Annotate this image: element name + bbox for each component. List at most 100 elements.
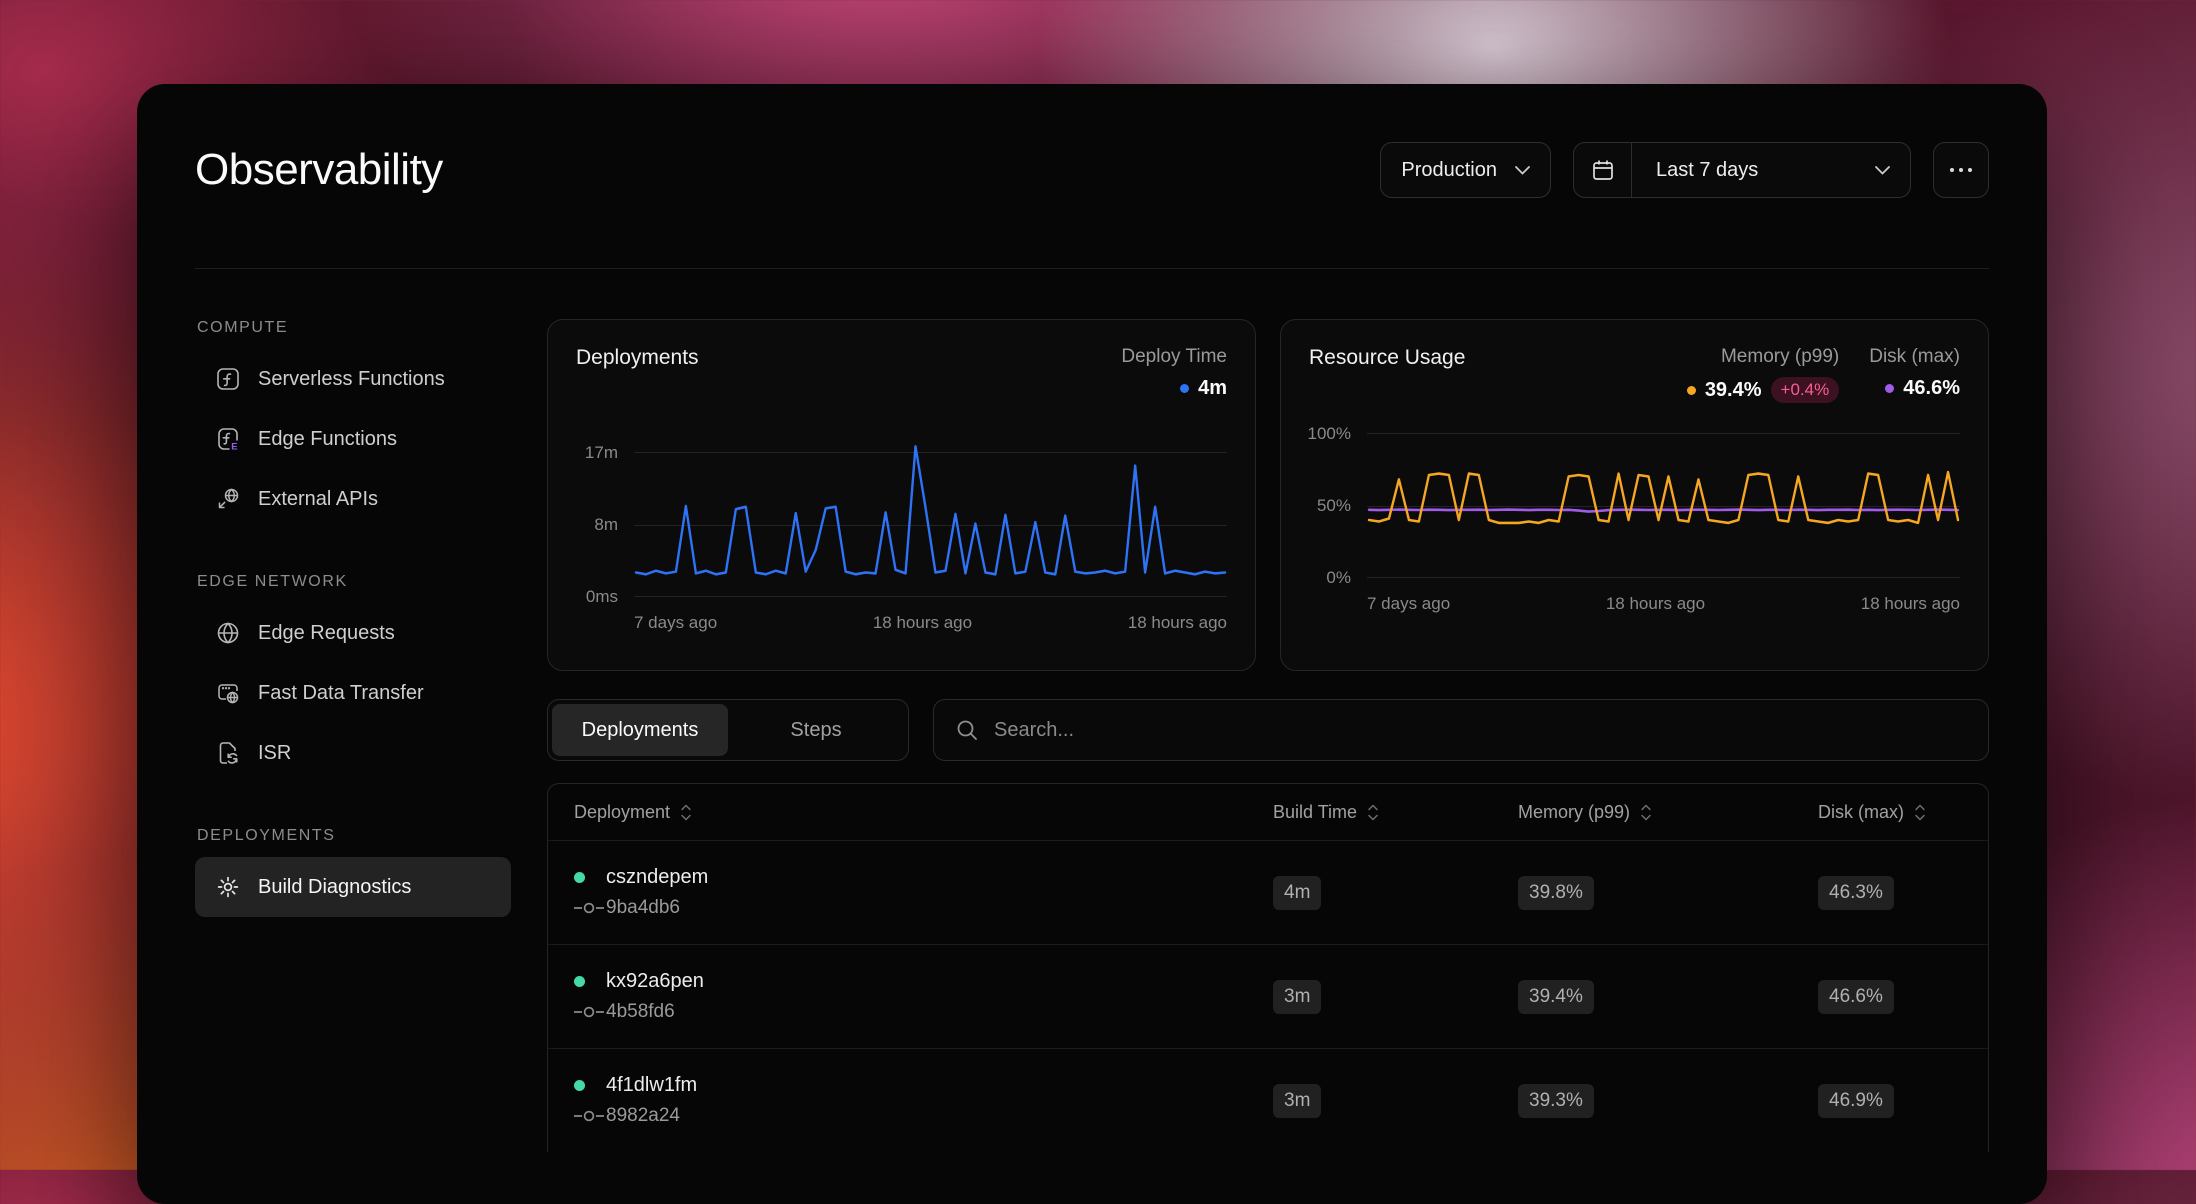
deploy-time-legend-dot	[1180, 384, 1189, 393]
gear-icon	[215, 874, 241, 900]
environment-label: Production	[1401, 159, 1497, 182]
x-tick-label: 7 days ago	[1367, 594, 1450, 614]
commit-hash: 9ba4db6	[606, 897, 680, 919]
transfer-icon	[215, 680, 241, 706]
sidebar-item-label: Serverless Functions	[258, 368, 445, 391]
x-tick-label: 18 hours ago	[1606, 594, 1705, 614]
deployments-line-chart	[636, 437, 1225, 597]
column-header-deployment[interactable]: Deployment	[574, 802, 1273, 823]
table-row[interactable]: kx92a6pen 4b58fd6 3m 39.4% 46.6%	[548, 944, 1988, 1048]
status-dot	[574, 1080, 585, 1091]
search-input[interactable]	[994, 719, 1966, 742]
sidebar: COMPUTE Serverless Functions	[195, 319, 511, 961]
page-title: Observability	[195, 145, 443, 195]
environment-selector[interactable]: Production	[1380, 142, 1551, 198]
sidebar-section-deployments: DEPLOYMENTS	[195, 827, 511, 845]
deployments-chart-card: Deployments Deploy Time 4m	[547, 319, 1256, 671]
sidebar-item-edge-requests[interactable]: Edge Requests	[195, 603, 511, 663]
sidebar-section-compute: COMPUTE	[195, 319, 511, 337]
commit-hash: 8982a24	[606, 1105, 680, 1127]
disk-legend-label: Disk (max)	[1869, 346, 1960, 368]
column-header-build-time[interactable]: Build Time	[1273, 802, 1518, 823]
build-time-badge: 3m	[1273, 980, 1321, 1014]
y-tick-label: 8m	[594, 515, 618, 535]
sidebar-section-edge-network: EDGE NETWORK	[195, 573, 511, 591]
status-dot	[574, 976, 585, 987]
resource-usage-chart-card: Resource Usage Memory (p99) 39.4% +0.4%	[1280, 319, 1989, 671]
disk-badge: 46.9%	[1818, 1084, 1894, 1118]
x-tick-label: 18 hours ago	[1861, 594, 1960, 614]
column-header-disk[interactable]: Disk (max)	[1818, 802, 1962, 823]
function-icon	[215, 366, 241, 392]
sidebar-item-fast-data-transfer[interactable]: Fast Data Transfer	[195, 663, 511, 723]
sort-icon	[1367, 804, 1379, 821]
header: Observability Production Last 7 days	[195, 84, 1989, 198]
commit-icon	[574, 1005, 606, 1019]
table-row[interactable]: 4f1dlw1fm 8982a24 3m 39.3% 46.9%	[548, 1048, 1988, 1152]
memory-badge: 39.4%	[1518, 980, 1594, 1014]
svg-text:E: E	[231, 442, 237, 453]
table-row[interactable]: cszndepem 9ba4db6 4m 39.8% 46.3%	[548, 840, 1988, 944]
memory-badge: 39.3%	[1518, 1084, 1594, 1118]
sidebar-item-build-diagnostics[interactable]: Build Diagnostics	[195, 857, 511, 917]
header-divider	[195, 268, 1989, 269]
date-range-label: Last 7 days	[1632, 159, 1875, 182]
tab-deployments[interactable]: Deployments	[552, 704, 728, 756]
x-tick-label: 18 hours ago	[1128, 613, 1227, 633]
commit-icon	[574, 1109, 606, 1123]
chevron-down-icon	[1515, 166, 1530, 175]
sidebar-item-label: ISR	[258, 742, 291, 765]
sidebar-item-edge-functions[interactable]: E Edge Functions	[195, 409, 511, 469]
chevron-down-icon	[1875, 166, 1910, 175]
deployment-name: cszndepem	[606, 866, 708, 889]
sort-icon	[1640, 804, 1652, 821]
sort-icon	[680, 804, 692, 821]
y-tick-label: 100%	[1308, 424, 1351, 444]
more-options-button[interactable]	[1933, 142, 1989, 198]
view-tabs: Deployments Steps	[547, 699, 909, 761]
commit-icon	[574, 901, 606, 915]
sidebar-item-isr[interactable]: ISR	[195, 723, 511, 783]
sidebar-item-label: Edge Functions	[258, 428, 397, 451]
disk-badge: 46.6%	[1818, 980, 1894, 1014]
date-range-selector[interactable]: Last 7 days	[1573, 142, 1911, 198]
resource-chart-plot: 100% 50% 0%	[1367, 433, 1960, 578]
deployments-table: Deployment Build Time Memory (p99) Disk …	[547, 783, 1989, 1152]
disk-legend-dot	[1885, 384, 1894, 393]
deployment-name: kx92a6pen	[606, 970, 704, 993]
sidebar-item-label: Edge Requests	[258, 622, 395, 645]
x-tick-label: 7 days ago	[634, 613, 717, 633]
memory-badge: 39.8%	[1518, 876, 1594, 910]
external-api-icon	[215, 486, 241, 512]
disk-legend-value: 46.6%	[1903, 377, 1960, 400]
isr-refresh-icon	[215, 740, 241, 766]
resource-line-chart	[1369, 418, 1958, 578]
tab-steps[interactable]: Steps	[728, 704, 904, 756]
sidebar-item-external-apis[interactable]: External APIs	[195, 469, 511, 529]
sidebar-item-label: External APIs	[258, 488, 378, 511]
memory-legend-label: Memory (p99)	[1687, 346, 1839, 368]
y-tick-label: 50%	[1317, 496, 1351, 516]
memory-delta-badge: +0.4%	[1771, 377, 1840, 403]
y-tick-label: 17m	[585, 443, 618, 463]
header-controls: Production Last 7 days	[1380, 142, 1989, 198]
sidebar-item-label: Fast Data Transfer	[258, 682, 424, 705]
table-header-row: Deployment Build Time Memory (p99) Disk …	[548, 784, 1988, 840]
ellipsis-icon	[1949, 167, 1973, 173]
memory-legend-dot	[1687, 386, 1696, 395]
observability-panel: Observability Production Last 7 days	[137, 84, 2047, 1204]
resource-card-title: Resource Usage	[1309, 346, 1465, 370]
edge-function-icon: E	[215, 426, 241, 452]
build-time-badge: 4m	[1273, 876, 1321, 910]
sort-icon	[1914, 804, 1926, 821]
deploy-time-legend-label: Deploy Time	[1121, 346, 1227, 368]
x-tick-label: 18 hours ago	[873, 613, 972, 633]
search-bar	[933, 699, 1989, 761]
disk-badge: 46.3%	[1818, 876, 1894, 910]
sidebar-item-serverless-functions[interactable]: Serverless Functions	[195, 349, 511, 409]
column-header-memory[interactable]: Memory (p99)	[1518, 802, 1818, 823]
memory-legend-value: 39.4%	[1705, 379, 1762, 402]
status-dot	[574, 872, 585, 883]
deployments-card-title: Deployments	[576, 346, 699, 370]
commit-hash: 4b58fd6	[606, 1001, 675, 1023]
